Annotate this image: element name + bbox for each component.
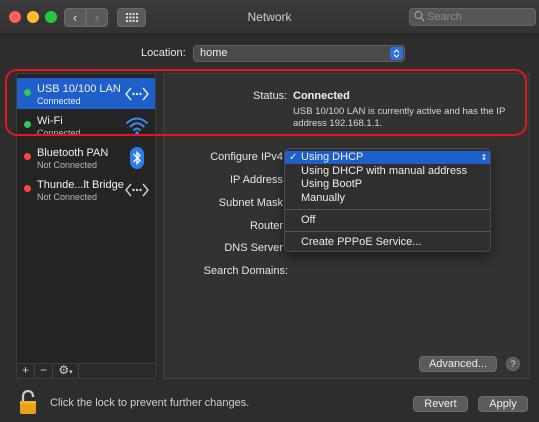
titlebar: ‹ › Network bbox=[0, 0, 539, 35]
router-label: Router bbox=[249, 220, 283, 232]
status-dot-red bbox=[24, 185, 31, 192]
service-usb-lan[interactable]: USB 10/100 LAN Connected bbox=[17, 78, 155, 109]
revert-button[interactable]: Revert bbox=[413, 396, 468, 412]
status-dot-green bbox=[24, 89, 31, 96]
service-thunderbolt-bridge[interactable]: Thunde...lt Bridge Not Connected bbox=[17, 174, 155, 205]
search-icon bbox=[414, 10, 425, 22]
service-list-toolbar: + − ⚙▾ bbox=[16, 363, 156, 379]
service-status: Connected bbox=[37, 128, 81, 138]
search-input[interactable] bbox=[427, 10, 531, 24]
menu-item-create-pppoe[interactable]: Create PPPoE Service... bbox=[285, 236, 490, 249]
lock-icon[interactable] bbox=[17, 389, 39, 415]
subnet-mask-label: Subnet Mask bbox=[218, 197, 283, 209]
menu-separator bbox=[285, 231, 490, 232]
service-list: USB 10/100 LAN Connected Wi-Fi Connected bbox=[16, 73, 156, 379]
location-label: Location: bbox=[141, 47, 186, 59]
service-name: Wi-Fi bbox=[37, 115, 63, 127]
advanced-button[interactable]: Advanced... bbox=[419, 356, 497, 372]
menu-separator bbox=[285, 209, 490, 210]
add-service-button[interactable]: + bbox=[17, 364, 35, 378]
configure-ipv4-menu: ✓ Using DHCP ⇕ Using DHCP with manual ad… bbox=[284, 148, 491, 252]
location-select[interactable]: home bbox=[193, 45, 405, 62]
ethernet-arrows-icon bbox=[125, 87, 149, 101]
service-status: Not Connected bbox=[37, 192, 98, 202]
dns-server-label: DNS Server bbox=[224, 242, 283, 254]
menu-item-bootp[interactable]: Using BootP bbox=[285, 178, 490, 191]
status-dot-green bbox=[24, 121, 31, 128]
location-value: home bbox=[200, 47, 228, 59]
bluetooth-icon bbox=[130, 147, 144, 169]
checkmark-icon: ✓ bbox=[289, 152, 298, 163]
status-value: Connected bbox=[293, 90, 350, 102]
menu-item-dhcp-manual[interactable]: Using DHCP with manual address bbox=[285, 165, 490, 178]
ethernet-arrows-icon bbox=[125, 183, 149, 197]
service-name: Thunde...lt Bridge bbox=[37, 179, 124, 191]
status-label: Status: bbox=[253, 90, 288, 102]
service-status: Not Connected bbox=[37, 160, 98, 170]
service-name: Bluetooth PAN bbox=[37, 147, 109, 159]
ip-address-label: IP Address bbox=[230, 174, 283, 186]
popup-stepper-icon bbox=[390, 47, 403, 60]
gear-icon: ⚙ bbox=[58, 363, 70, 377]
search-field[interactable] bbox=[409, 8, 536, 26]
search-domains-label: Search Domains: bbox=[203, 265, 288, 277]
configure-ipv4-label: Configure IPv4 bbox=[210, 151, 283, 163]
chevron-down-icon: ▾ bbox=[69, 369, 73, 376]
status-description: USB 10/100 LAN is currently active and h… bbox=[293, 106, 506, 129]
lock-message: Click the lock to prevent further change… bbox=[50, 397, 250, 409]
service-actions-button[interactable]: ⚙▾ bbox=[53, 364, 79, 378]
service-status: Connected bbox=[37, 96, 81, 106]
apply-button[interactable]: Apply bbox=[478, 396, 528, 412]
menu-item-manually[interactable]: Manually bbox=[285, 192, 490, 205]
status-dot-red bbox=[24, 153, 31, 160]
popup-stepper-icon: ⇕ bbox=[480, 153, 488, 162]
wifi-icon bbox=[126, 117, 148, 135]
remove-service-button[interactable]: − bbox=[35, 364, 53, 378]
service-bluetooth-pan[interactable]: Bluetooth PAN Not Connected bbox=[17, 142, 155, 173]
menu-item-off[interactable]: Off bbox=[285, 214, 490, 227]
help-button[interactable]: ? bbox=[506, 357, 520, 371]
service-wifi[interactable]: Wi-Fi Connected bbox=[17, 110, 155, 141]
service-name: USB 10/100 LAN bbox=[37, 83, 121, 95]
menu-item-using-dhcp[interactable]: ✓ Using DHCP ⇕ bbox=[285, 151, 490, 164]
network-window: ‹ › Network Location: home bbox=[0, 0, 539, 422]
